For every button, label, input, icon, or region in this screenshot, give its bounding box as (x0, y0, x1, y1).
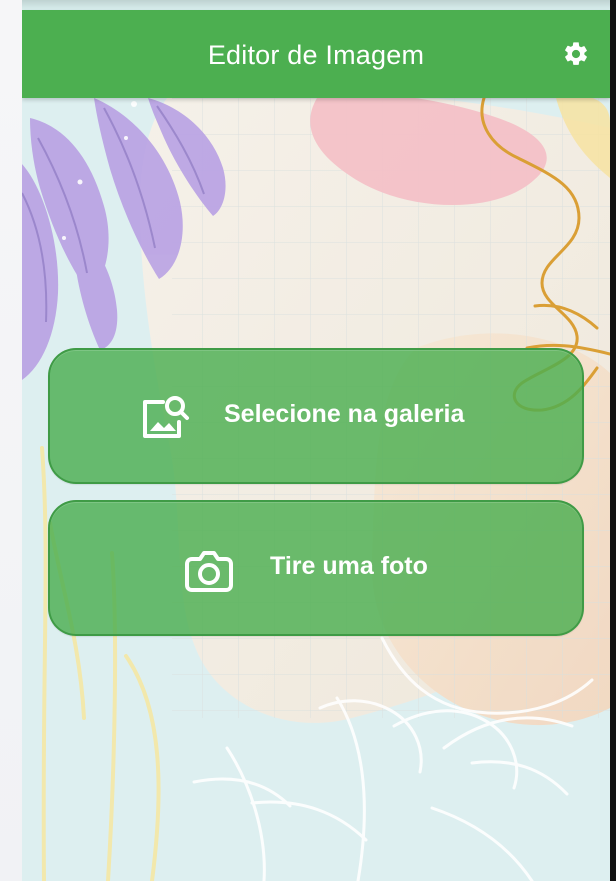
select-gallery-button[interactable]: Selecione na galeria (48, 348, 584, 484)
app-title: Editor de Imagem (207, 40, 425, 70)
left-edge-background (0, 0, 22, 881)
app-bar: Editor de Imagem (22, 10, 610, 98)
settings-button[interactable] (558, 36, 594, 72)
take-photo-button[interactable]: Tire uma foto (48, 500, 584, 636)
right-edge-bar (610, 0, 616, 881)
screenshot-frame: Editor de Imagem Selecione na galeria Ti… (0, 0, 616, 881)
select-gallery-label: Selecione na galeria (224, 400, 465, 428)
decorative-background (22, 98, 610, 881)
camera-icon (185, 551, 233, 592)
take-photo-label: Tire uma foto (270, 552, 428, 580)
editor-app-screen: Editor de Imagem Selecione na galeria Ti… (22, 0, 610, 881)
image-search-icon (143, 396, 189, 438)
settings-icon (565, 42, 587, 65)
status-shadow (22, 0, 610, 10)
